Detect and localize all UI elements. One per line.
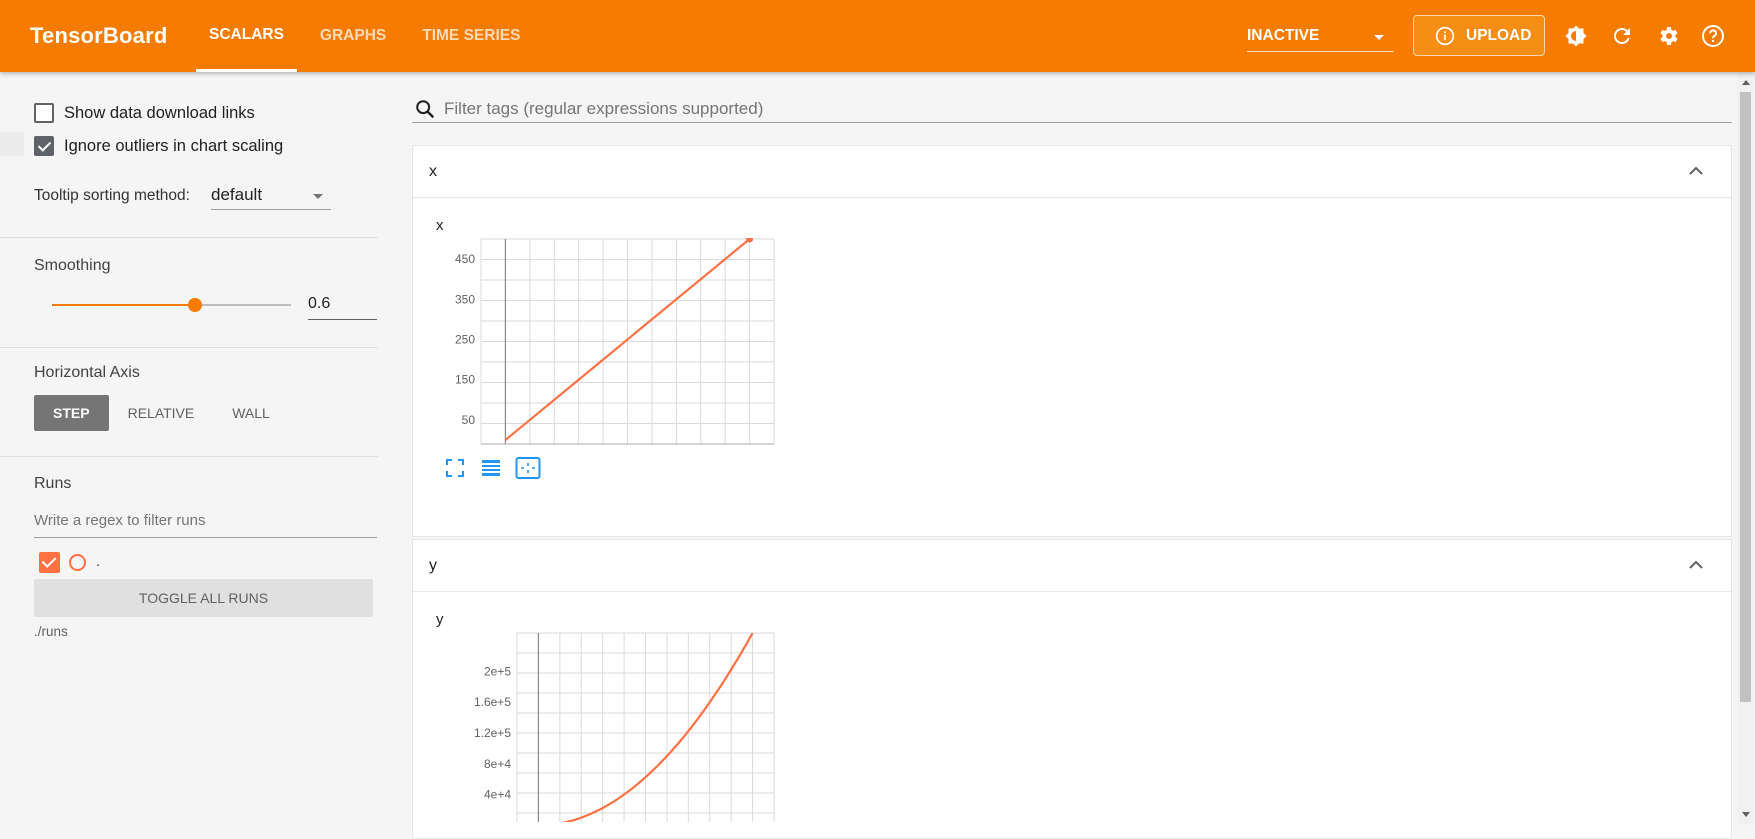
- card-header[interactable]: x: [413, 146, 1731, 198]
- axis-wall-button[interactable]: WALL: [213, 395, 289, 431]
- refresh-icon[interactable]: [1610, 24, 1634, 48]
- tag-filter-input[interactable]: Filter tags (regular expressions support…: [412, 97, 1732, 123]
- upload-label: UPLOAD: [1466, 27, 1532, 44]
- status-select-value: INACTIVE: [1247, 27, 1320, 44]
- smoothing-input[interactable]: 0.6: [308, 292, 377, 320]
- run-color-swatch[interactable]: [69, 554, 86, 571]
- main-panel: Filter tags (regular expressions support…: [378, 72, 1755, 839]
- fit-domain-icon[interactable]: [515, 455, 541, 481]
- y-tick-label: 2e+5: [484, 664, 511, 678]
- chevron-down-icon: [313, 194, 323, 199]
- line-chart-x: 501502503504500100200300400500: [455, 238, 775, 445]
- ignore-outliers-checkbox[interactable]: Ignore outliers in chart scaling: [34, 135, 283, 157]
- y-tick-label: 1.6e+5: [474, 695, 511, 709]
- divider: [0, 237, 378, 238]
- chevron-up-icon[interactable]: [1689, 560, 1703, 570]
- sidebar-collapse-handle[interactable]: [0, 132, 24, 156]
- search-icon: [416, 100, 435, 119]
- horizontal-axis-toggle: STEP RELATIVE WALL: [34, 395, 289, 431]
- scrollbar-thumb[interactable]: [1740, 92, 1751, 702]
- y-tick-label: 250: [455, 332, 475, 346]
- y-tick-label: 4e+4: [484, 788, 511, 802]
- slider-thumb[interactable]: [188, 298, 203, 312]
- runs-filter-input[interactable]: Write a regex to filter runs: [34, 510, 377, 538]
- tab-time-series[interactable]: TIME SERIES: [409, 0, 533, 72]
- tag-filter-placeholder: Filter tags (regular expressions support…: [444, 99, 764, 118]
- chevron-down-icon: [1374, 35, 1384, 40]
- horizontal-axis-label: Horizontal Axis: [34, 364, 140, 381]
- nav-tabs: SCALARS GRAPHS TIME SERIES: [196, 0, 533, 72]
- scroll-up-arrow-icon[interactable]: [1742, 80, 1750, 85]
- ignore-outliers-label: Ignore outliers in chart scaling: [64, 136, 284, 155]
- card-title: x: [429, 163, 437, 180]
- divider: [0, 347, 378, 348]
- y-tick-label: 50: [462, 413, 476, 427]
- y-tick-label: 8e+4: [484, 757, 511, 771]
- tooltip-sorting-label: Tooltip sorting method:: [34, 187, 190, 204]
- fullscreen-icon[interactable]: [444, 457, 466, 479]
- help-icon[interactable]: [1701, 24, 1725, 48]
- run-checkbox[interactable]: [39, 552, 60, 573]
- chart-title: y: [436, 611, 444, 628]
- toggle-all-runs-button[interactable]: TOGGLE ALL RUNS: [34, 579, 373, 617]
- show-download-links-label: Show data download links: [64, 103, 255, 122]
- brand-title: TensorBoard: [30, 23, 168, 48]
- brightness-icon[interactable]: [1564, 24, 1588, 48]
- card-title: y: [429, 557, 437, 574]
- tag-card-x: x x 501502503504500100200300400500: [412, 145, 1732, 537]
- checkbox-box[interactable]: [34, 136, 54, 156]
- scroll-down-arrow-icon[interactable]: [1742, 812, 1750, 817]
- sidebar: Show data download links Ignore outliers…: [0, 72, 378, 824]
- smoothing-label: Smoothing: [34, 257, 111, 274]
- smoothing-slider[interactable]: [52, 298, 291, 312]
- y-tick-label: 1.2e+5: [474, 726, 511, 740]
- axis-relative-button[interactable]: RELATIVE: [109, 395, 214, 431]
- tooltip-sorting-select[interactable]: default: [211, 184, 331, 210]
- run-name: .: [96, 553, 101, 570]
- chevron-up-icon[interactable]: [1689, 166, 1703, 176]
- tab-graphs[interactable]: GRAPHS: [307, 0, 399, 72]
- y-tick-label: 150: [455, 373, 475, 387]
- tooltip-sorting-value: default: [211, 185, 263, 204]
- chart-title: x: [436, 217, 444, 234]
- line-chart-y: 4e+4 8e+4 1.2e+5 1.6e+5 2e+5: [474, 632, 775, 822]
- card-header[interactable]: y: [413, 540, 1731, 592]
- axis-step-button[interactable]: STEP: [34, 395, 109, 431]
- tag-card-y: y y 4e+4 8e+4 1.2e+5 1.6e+5 2e+5: [412, 539, 1732, 839]
- upload-button[interactable]: UPLOAD: [1413, 15, 1545, 56]
- show-download-links-checkbox[interactable]: Show data download links: [34, 102, 255, 124]
- tab-scalars[interactable]: SCALARS: [196, 0, 297, 72]
- runs-label: Runs: [34, 475, 72, 492]
- status-select[interactable]: INACTIVE: [1247, 22, 1394, 52]
- settings-icon[interactable]: [1656, 24, 1680, 48]
- y-tick-label: 450: [455, 252, 475, 266]
- slider-fill: [52, 304, 196, 306]
- list-data-icon[interactable]: [480, 457, 502, 479]
- run-path: ./runs: [34, 624, 68, 639]
- top-app-bar: TensorBoard SCALARS GRAPHS TIME SERIES I…: [0, 0, 1755, 72]
- info-icon: [1435, 26, 1455, 46]
- checkbox-box[interactable]: [34, 103, 54, 123]
- divider: [0, 456, 378, 457]
- y-tick-label: 350: [455, 292, 475, 306]
